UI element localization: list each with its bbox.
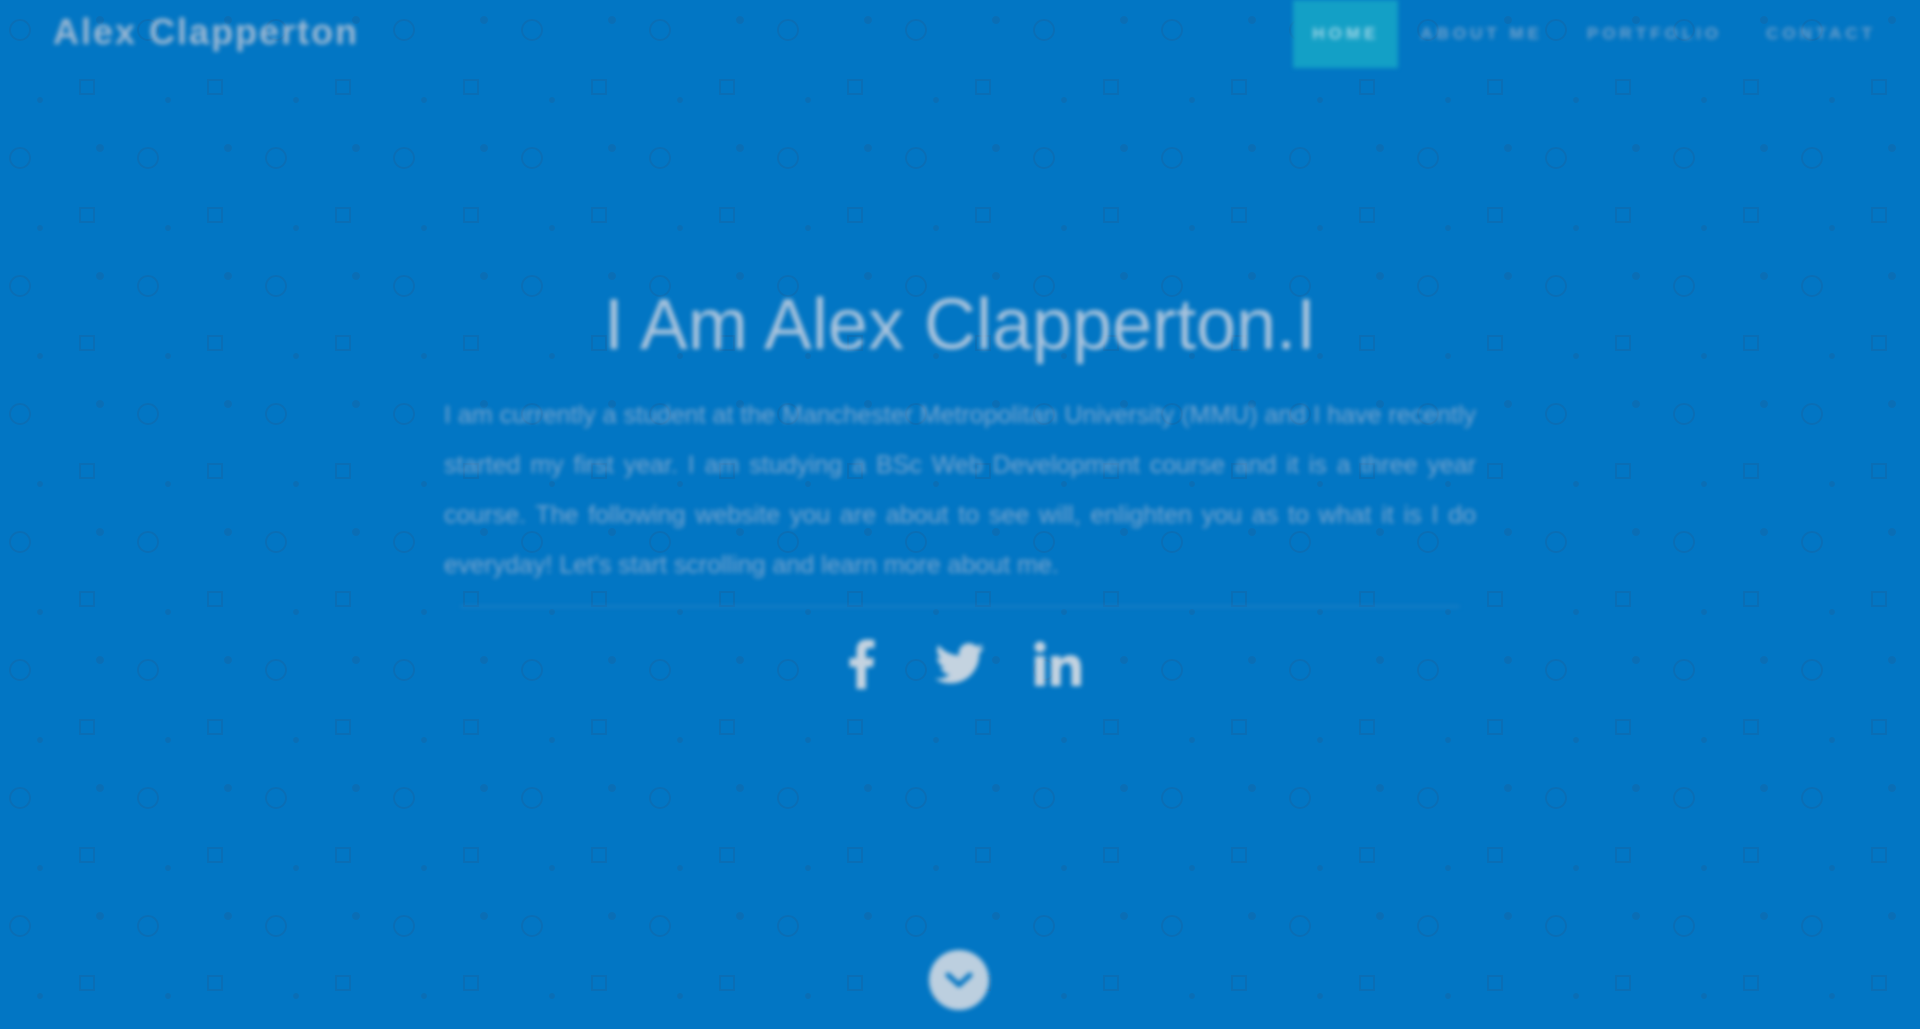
navbar: Alex Clapperton HOME ABOUT ME PORTFOLIO … bbox=[0, 0, 1920, 68]
brand-logo[interactable]: Alex Clapperton bbox=[53, 12, 359, 52]
social-links bbox=[0, 639, 1920, 689]
linkedin-icon[interactable] bbox=[1033, 639, 1083, 689]
hero-section: I Am Alex Clapperton.I I am currently a … bbox=[0, 280, 1920, 689]
nav-item-contact[interactable]: CONTACT bbox=[1744, 0, 1898, 68]
scroll-down-button[interactable] bbox=[929, 950, 989, 1010]
nav-item-home[interactable]: HOME bbox=[1293, 0, 1399, 68]
hero-title: I Am Alex Clapperton.I bbox=[603, 285, 1317, 365]
nav-item-portfolio[interactable]: PORTFOLIO bbox=[1565, 0, 1744, 68]
divider bbox=[460, 606, 1460, 607]
nav-item-about-me[interactable]: ABOUT ME bbox=[1398, 0, 1565, 68]
page-content: Alex Clapperton HOME ABOUT ME PORTFOLIO … bbox=[0, 0, 1920, 1029]
twitter-icon[interactable] bbox=[935, 639, 985, 689]
chevron-down-icon bbox=[945, 972, 973, 988]
hero-paragraph: I am currently a student at the Manchest… bbox=[444, 401, 1476, 579]
facebook-icon[interactable] bbox=[837, 639, 887, 689]
nav-links: HOME ABOUT ME PORTFOLIO CONTACT bbox=[1293, 0, 1920, 68]
